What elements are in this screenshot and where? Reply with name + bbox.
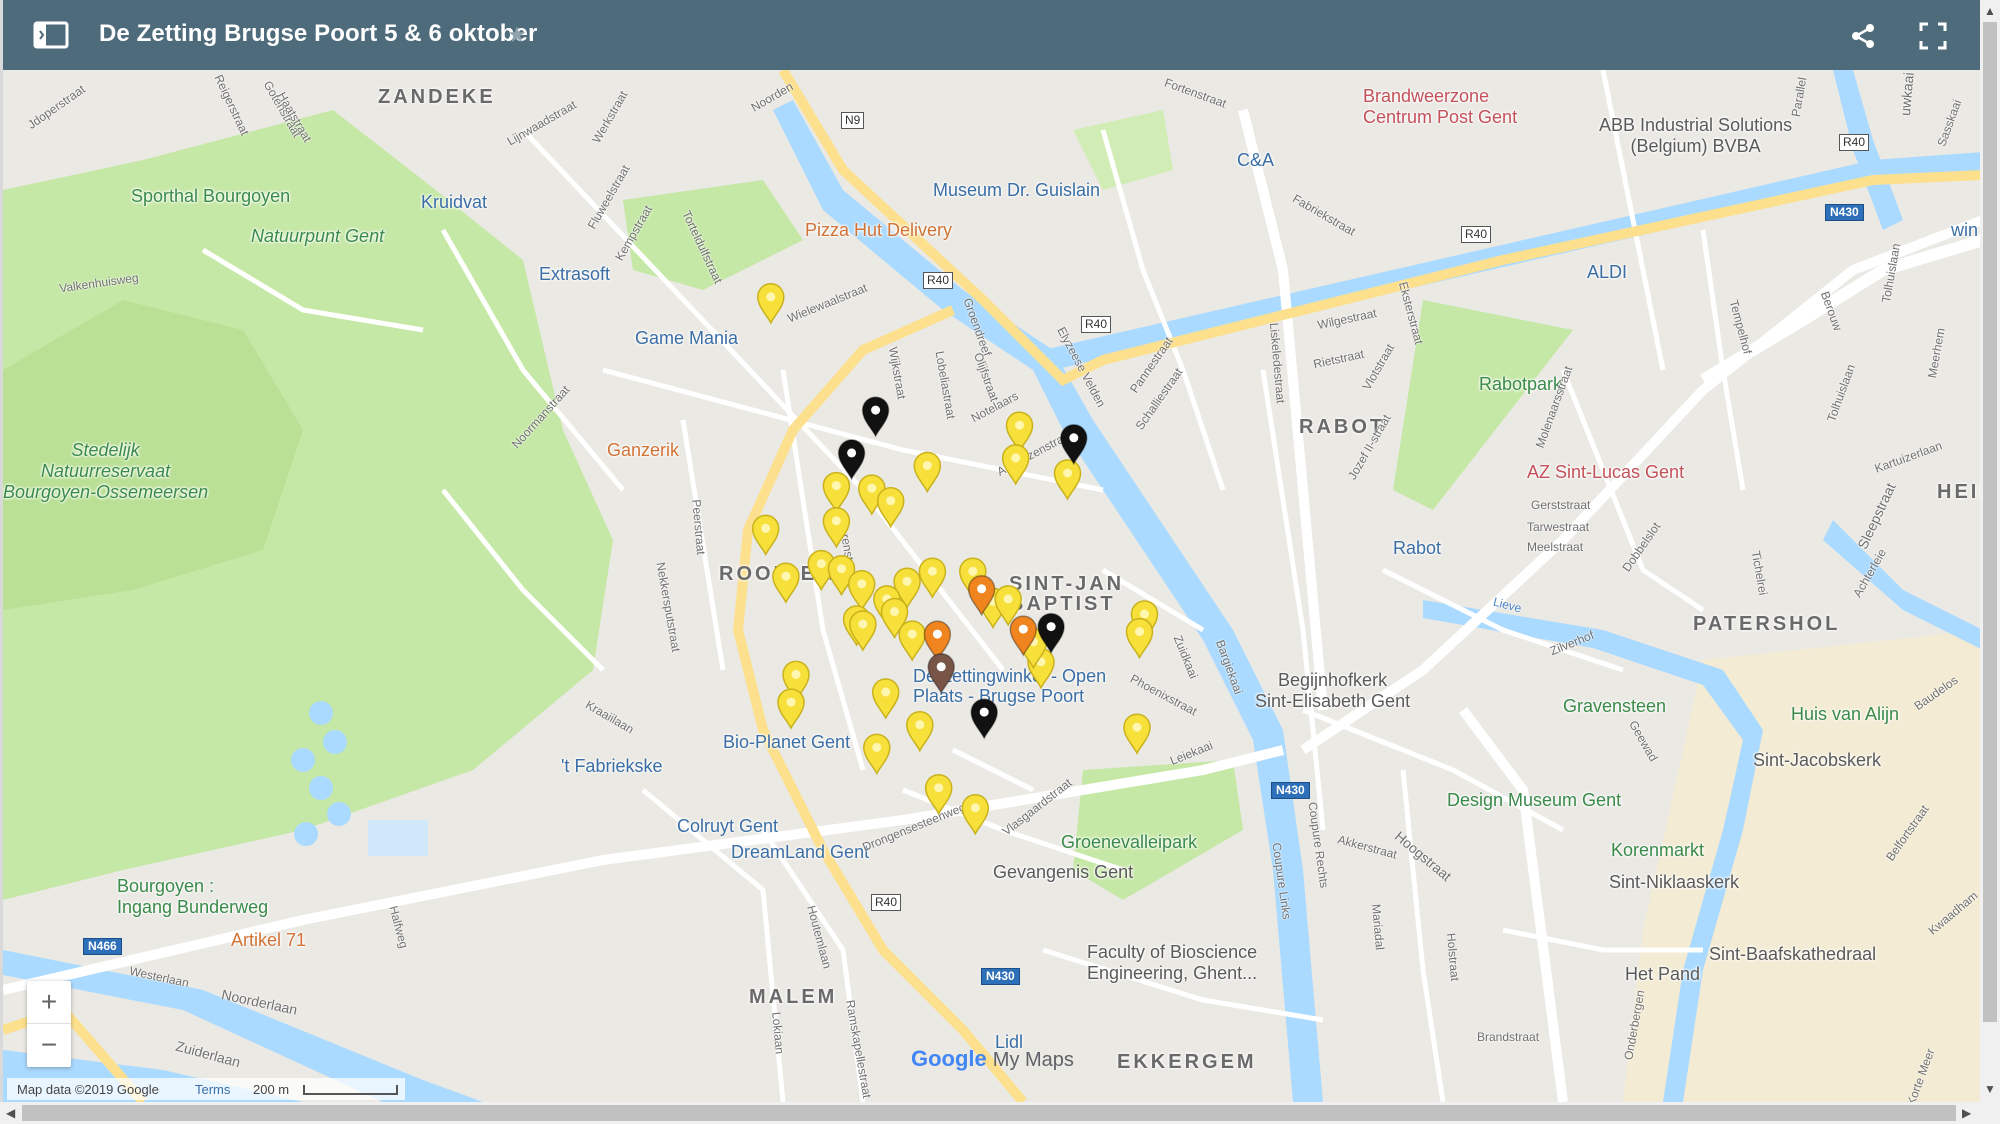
mymaps-logo-text: My Maps <box>992 1049 1074 1071</box>
map-marker-yellow[interactable] <box>849 610 877 652</box>
star-icon[interactable]: ★ <box>507 22 527 48</box>
zoom-out-button[interactable]: − <box>27 1024 71 1066</box>
vertical-scrollbar[interactable]: ▲ ▼ <box>1980 0 2000 1124</box>
map-marker-yellow[interactable] <box>1001 444 1030 486</box>
scroll-down-arrow-icon[interactable]: ▼ <box>1984 1082 1996 1096</box>
panel-toggle-icon[interactable] <box>33 20 69 50</box>
zoom-control: + − <box>27 981 71 1067</box>
map-marker-yellow[interactable] <box>1125 617 1154 660</box>
horizontal-scrollbar[interactable]: ◀ ▶ <box>0 1102 1980 1124</box>
google-mymaps-logo: Google My Maps <box>911 1046 1074 1072</box>
attribution-bar: Map data ©2019 Google Terms 200 m <box>7 1078 405 1100</box>
map-marker-black[interactable] <box>970 698 998 740</box>
map-marker-yellow[interactable] <box>898 620 926 662</box>
map-marker-yellow[interactable] <box>913 451 942 494</box>
map-marker-yellow[interactable] <box>961 794 990 836</box>
google-logo-text: Google <box>911 1046 987 1071</box>
fullscreen-icon[interactable] <box>1919 22 1947 50</box>
map-marker-black[interactable] <box>1060 424 1088 466</box>
map-marker-yellow[interactable] <box>918 557 947 599</box>
map-marker-yellow[interactable] <box>906 710 934 753</box>
map-marker-yellow[interactable] <box>876 486 905 529</box>
map-marker-yellow[interactable] <box>822 471 851 514</box>
map-marker-black[interactable] <box>837 439 866 481</box>
horizontal-scroll-thumb[interactable] <box>22 1105 1956 1121</box>
map-marker-yellow[interactable] <box>1123 713 1151 755</box>
map-title: De Zetting Brugse Poort 5 & 6 oktober <box>99 20 538 47</box>
scale-bar <box>303 1085 398 1095</box>
scroll-up-arrow-icon[interactable]: ▲ <box>1984 4 1996 18</box>
map-data-text: Map data ©2019 Google <box>17 1082 159 1097</box>
header-bar: De Zetting Brugse Poort 5 & 6 oktober ★ <box>3 0 1980 70</box>
zoom-in-button[interactable]: + <box>27 981 71 1024</box>
share-icon[interactable] <box>1849 22 1877 50</box>
scroll-right-arrow-icon[interactable]: ▶ <box>1962 1106 1971 1120</box>
map-marker-yellow[interactable] <box>863 733 891 776</box>
map-marker-yellow[interactable] <box>1053 459 1082 501</box>
vertical-scroll-thumb[interactable] <box>1983 22 1997 1022</box>
scale-text: 200 m <box>253 1082 290 1097</box>
marker-layer <box>751 283 1159 836</box>
scroll-left-arrow-icon[interactable]: ◀ <box>6 1106 15 1120</box>
map-marker-yellow[interactable] <box>822 507 851 549</box>
map-marker-yellow[interactable] <box>772 562 800 604</box>
map-marker-yellow[interactable] <box>847 570 876 612</box>
map-marker-yellow[interactable] <box>871 678 900 720</box>
terms-link[interactable]: Terms <box>195 1082 230 1097</box>
map-marker-yellow[interactable] <box>924 773 953 816</box>
map-marker-brown[interactable] <box>927 653 955 695</box>
map-canvas[interactable]: ZANDEKE RABOT SINT-JAN BAPTIST ROOIGEM P… <box>3 70 1980 1102</box>
map-marker-yellow[interactable] <box>757 283 785 325</box>
map-marker-yellow[interactable] <box>777 688 805 730</box>
map-marker-yellow[interactable] <box>751 514 780 557</box>
map-marker-black[interactable] <box>861 396 890 438</box>
map-viewer: De Zetting Brugse Poort 5 & 6 oktober ★ <box>0 0 1980 1102</box>
